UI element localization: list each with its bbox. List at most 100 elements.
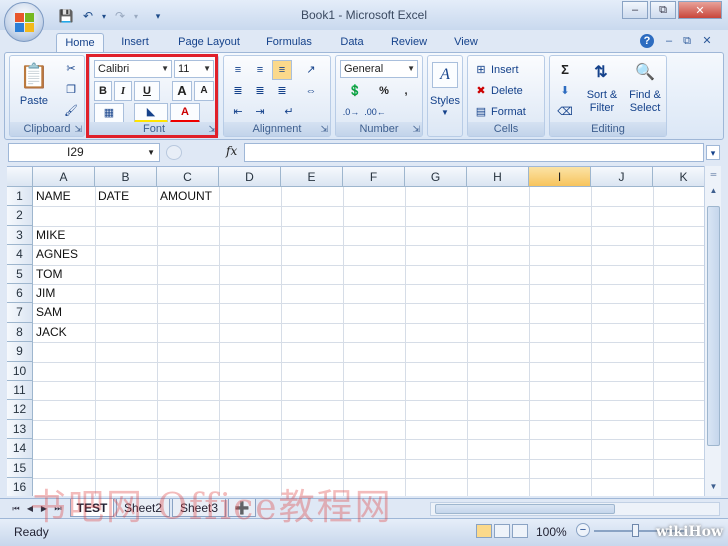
cell-a3[interactable]: MIKE xyxy=(33,226,65,245)
column-header-g[interactable]: G xyxy=(405,167,467,187)
formula-input[interactable] xyxy=(244,143,704,162)
delete-cells-icon[interactable]: ✖ xyxy=(472,81,490,101)
column-header-f[interactable]: F xyxy=(343,167,405,187)
clipboard-launcher-icon[interactable]: ⇲ xyxy=(74,123,82,135)
row-header[interactable]: 13 xyxy=(7,419,33,440)
tab-home[interactable]: Home xyxy=(56,33,104,52)
tab-data[interactable]: Data xyxy=(334,33,370,52)
align-middle-icon[interactable]: ≡ xyxy=(250,60,270,80)
insert-function-button[interactable]: fx xyxy=(226,144,237,158)
increase-decimal-icon[interactable]: .0→ xyxy=(340,102,362,122)
ribbon-minimize-icon[interactable]: – xyxy=(662,34,676,48)
find-select-label-2[interactable]: Select xyxy=(624,101,666,114)
scroll-down-icon[interactable]: ▼ xyxy=(707,480,720,493)
orientation-icon[interactable]: ↗ xyxy=(296,60,326,80)
cell-a5[interactable]: TOM xyxy=(33,265,62,284)
copy-icon[interactable]: ❐ xyxy=(62,81,80,99)
row-header[interactable]: 7 xyxy=(7,303,33,323)
clear-icon[interactable]: ⌫ xyxy=(554,102,576,122)
vertical-scroll-thumb[interactable] xyxy=(707,206,720,446)
column-header-i[interactable]: I xyxy=(529,167,591,187)
tab-formulas[interactable]: Formulas xyxy=(258,33,320,52)
row-header[interactable]: 5 xyxy=(7,264,33,284)
column-header-a[interactable]: A xyxy=(33,167,95,187)
insert-cells-button[interactable]: Insert xyxy=(490,60,542,80)
normal-view-icon[interactable] xyxy=(476,524,492,538)
column-header-c[interactable]: C xyxy=(157,167,219,187)
column-header-b[interactable]: B xyxy=(95,167,157,187)
page-layout-view-icon[interactable] xyxy=(494,524,510,538)
delete-cells-button[interactable]: Delete xyxy=(490,81,542,101)
align-right-icon[interactable]: ≣ xyxy=(272,81,292,101)
row-header[interactable]: 9 xyxy=(7,342,33,362)
fill-icon[interactable]: ⬇ xyxy=(554,81,576,101)
name-box[interactable]: I29 ▼ xyxy=(8,143,160,162)
alignment-launcher-icon[interactable]: ⇲ xyxy=(320,123,328,135)
cell-b1[interactable]: DATE xyxy=(95,187,129,206)
paste-button[interactable]: Paste xyxy=(14,94,54,108)
restore-button[interactable]: ⧉ xyxy=(650,1,676,19)
row-header[interactable]: 12 xyxy=(7,400,33,420)
align-top-icon[interactable]: ≡ xyxy=(228,60,248,80)
vertical-scrollbar[interactable]: ═ ▲ ▼ xyxy=(704,166,721,496)
office-button[interactable] xyxy=(4,2,44,42)
close-button[interactable]: ✕ xyxy=(678,1,722,19)
currency-icon[interactable]: 💲 xyxy=(340,81,370,101)
scroll-up-icon[interactable]: ▲ xyxy=(707,184,720,197)
row-header[interactable]: 8 xyxy=(7,322,33,343)
wrap-text-icon[interactable]: ↵ xyxy=(276,102,302,122)
number-format-select[interactable]: General ▼ xyxy=(340,60,418,78)
number-launcher-icon[interactable]: ⇲ xyxy=(412,123,420,135)
align-center-icon[interactable]: ≣ xyxy=(250,81,270,101)
sort-filter-label-2[interactable]: Filter xyxy=(582,101,622,114)
row-header[interactable]: 3 xyxy=(7,225,33,246)
align-left-icon[interactable]: ≣ xyxy=(228,81,248,101)
cell-a1[interactable]: NAME xyxy=(33,187,71,206)
styles-dropdown-icon[interactable]: ▼ xyxy=(436,108,454,118)
percent-button[interactable]: % xyxy=(374,81,394,101)
sort-filter-icon[interactable]: ⇅ xyxy=(586,60,616,86)
row-header[interactable]: 11 xyxy=(7,381,33,401)
cell-c1[interactable]: AMOUNT xyxy=(157,187,212,206)
ribbon-close-icon[interactable]: ✕ xyxy=(700,34,714,48)
row-header[interactable]: 14 xyxy=(7,439,33,459)
format-painter-icon[interactable]: 🖌 xyxy=(62,102,80,120)
formula-bar-handle-icon[interactable] xyxy=(166,145,182,160)
split-box-icon[interactable]: ═ xyxy=(707,168,720,181)
find-select-icon[interactable]: 🔍 xyxy=(630,60,660,86)
cut-icon[interactable]: ✂ xyxy=(62,60,80,78)
format-cells-icon[interactable]: ▤ xyxy=(472,102,490,122)
insert-cells-icon[interactable]: ⊞ xyxy=(472,60,490,80)
cell-a4[interactable]: AGNES xyxy=(33,245,78,264)
row-header[interactable]: 6 xyxy=(7,284,33,304)
ribbon-restore-icon[interactable]: ⧉ xyxy=(680,34,694,48)
row-header[interactable]: 15 xyxy=(7,458,33,478)
format-cells-button[interactable]: Format xyxy=(490,102,542,122)
decrease-indent-icon[interactable]: ⇤ xyxy=(228,102,248,122)
row-header[interactable]: 4 xyxy=(7,245,33,265)
tab-insert[interactable]: Insert xyxy=(112,33,158,52)
tab-view[interactable]: View xyxy=(446,33,486,52)
zoom-out-icon[interactable]: − xyxy=(576,523,590,537)
select-all-corner[interactable] xyxy=(7,167,33,187)
help-icon[interactable]: ? xyxy=(640,34,654,48)
minimize-button[interactable]: – xyxy=(622,1,648,19)
first-sheet-icon[interactable]: ⏮ xyxy=(10,502,22,515)
cell-a8[interactable]: JACK xyxy=(33,323,67,342)
row-header[interactable]: 2 xyxy=(7,206,33,226)
column-header-e[interactable]: E xyxy=(281,167,343,187)
increase-indent-icon[interactable]: ⇥ xyxy=(250,102,270,122)
autosum-button[interactable]: Σ xyxy=(554,60,576,80)
column-header-d[interactable]: D xyxy=(219,167,281,187)
paste-icon[interactable]: 📋 xyxy=(16,60,52,94)
align-bottom-icon[interactable]: ≡ xyxy=(272,60,292,80)
zoom-slider-handle[interactable] xyxy=(632,524,639,537)
cell-a6[interactable]: JIM xyxy=(33,284,55,303)
zoom-level[interactable]: 100% xyxy=(536,525,567,539)
worksheet-grid[interactable]: A B C D E F G H I J K 1 2 3 4 5 6 7 8 9 … xyxy=(7,166,704,496)
tab-page-layout[interactable]: Page Layout xyxy=(172,33,246,52)
row-header[interactable]: 1 xyxy=(7,187,33,207)
column-header-j[interactable]: J xyxy=(591,167,653,187)
decrease-decimal-icon[interactable]: .00← xyxy=(364,102,386,122)
expand-formula-bar-icon[interactable]: ▾ xyxy=(706,145,720,160)
